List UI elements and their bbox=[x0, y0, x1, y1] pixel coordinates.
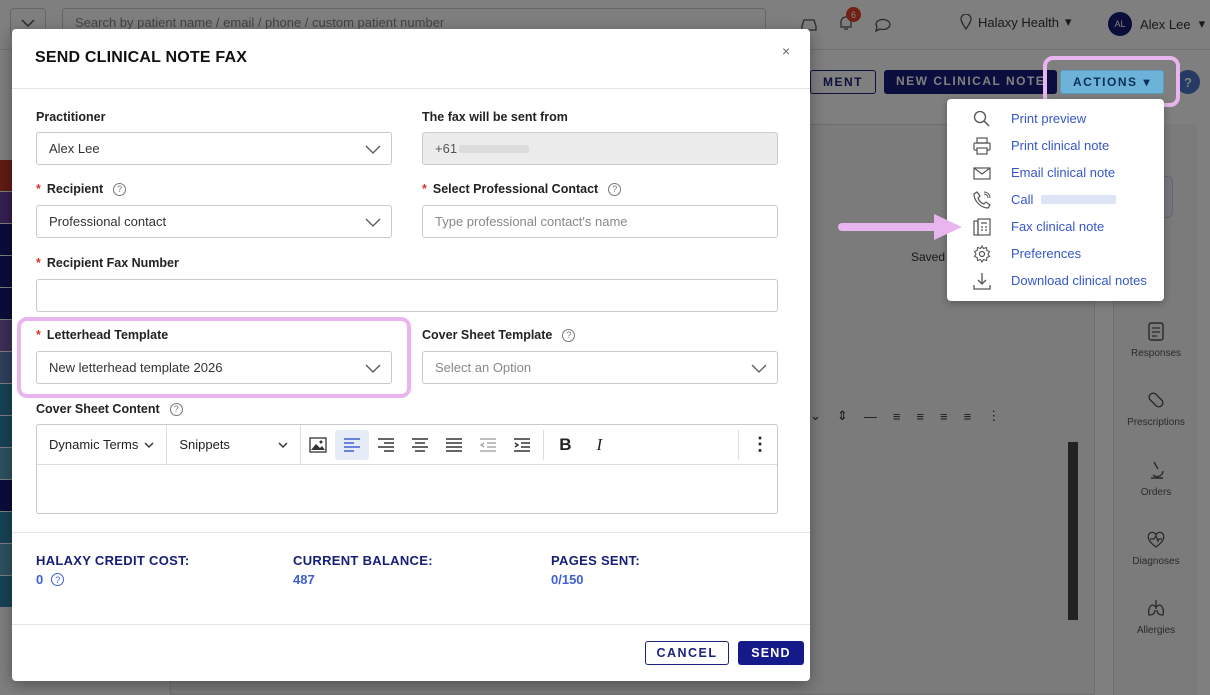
cover-content-label: Cover Sheet Content ? bbox=[36, 402, 183, 416]
toolbar-separator bbox=[738, 429, 739, 460]
italic-button[interactable]: I bbox=[582, 430, 616, 460]
help-icon[interactable]: ? bbox=[608, 182, 622, 196]
align-right-button[interactable] bbox=[369, 430, 403, 460]
pointer-arrow-icon bbox=[838, 214, 962, 240]
menu-item-print-clinical-note[interactable]: Print clinical note bbox=[947, 132, 1164, 159]
envelope-icon bbox=[973, 166, 991, 180]
divider bbox=[12, 532, 810, 533]
recipient-select[interactable]: Professional contact bbox=[36, 205, 392, 238]
fax-from-field: +61 bbox=[422, 132, 778, 165]
align-center-icon bbox=[412, 437, 429, 452]
chevron-down-icon bbox=[365, 218, 381, 227]
gear-icon bbox=[973, 244, 991, 263]
outdent-icon bbox=[480, 437, 497, 452]
menu-item-fax-clinical-note[interactable]: Fax clinical note bbox=[947, 213, 1164, 240]
divider bbox=[12, 624, 810, 625]
chevron-down-icon bbox=[365, 145, 381, 154]
actions-button[interactable]: ACTIONS ▾ bbox=[1060, 70, 1165, 94]
credit-cost: HALAXY CREDIT COST: 0 ? bbox=[36, 553, 190, 587]
menu-item-email-clinical-note[interactable]: Email clinical note bbox=[947, 159, 1164, 186]
practitioner-label: Practitioner bbox=[36, 110, 106, 124]
professional-contact-label: * Select Professional Contact ? bbox=[422, 182, 622, 196]
editor-toolbar: Dynamic Terms Snippets B I ⋮ bbox=[37, 424, 777, 465]
align-right-icon bbox=[378, 437, 395, 452]
bold-button[interactable]: B bbox=[548, 430, 582, 460]
fax-icon bbox=[973, 217, 991, 236]
phone-icon bbox=[973, 190, 991, 209]
redacted-number bbox=[459, 144, 530, 153]
help-icon[interactable]: ? bbox=[562, 328, 576, 342]
align-left-icon bbox=[344, 437, 361, 452]
image-icon bbox=[309, 436, 327, 453]
redacted-phone bbox=[1041, 195, 1117, 204]
fax-from-label: The fax will be sent from bbox=[422, 110, 568, 124]
help-icon[interactable]: ? bbox=[113, 182, 127, 196]
align-center-button[interactable] bbox=[403, 430, 437, 460]
chevron-down-icon bbox=[751, 364, 767, 373]
professional-contact-input[interactable]: Type professional contact's name bbox=[422, 205, 778, 238]
menu-item-call[interactable]: Call bbox=[947, 186, 1164, 213]
current-balance: CURRENT BALANCE: 487 bbox=[293, 553, 433, 587]
send-button[interactable]: SEND bbox=[738, 641, 804, 665]
dynamic-terms-dropdown[interactable]: Dynamic Terms bbox=[37, 424, 168, 465]
chevron-down-icon bbox=[278, 442, 288, 448]
align-justify-button[interactable] bbox=[437, 430, 471, 460]
caret-down-icon: ▾ bbox=[1143, 75, 1152, 89]
outdent-button[interactable] bbox=[471, 430, 505, 460]
recipient-fax-number-input[interactable] bbox=[36, 279, 778, 312]
fax-number-label: * Recipient Fax Number bbox=[36, 256, 179, 270]
actions-dropdown: Print preview Print clinical note Email … bbox=[947, 99, 1164, 301]
insert-image-button[interactable] bbox=[301, 430, 335, 460]
pages-sent: PAGES SENT: 0/150 bbox=[551, 553, 641, 587]
download-icon bbox=[973, 272, 991, 290]
printer-icon bbox=[973, 136, 991, 155]
cover-content-editor: Dynamic Terms Snippets B I ⋮ bbox=[36, 424, 778, 514]
divider bbox=[12, 88, 810, 89]
letterhead-highlight bbox=[17, 317, 411, 398]
search-icon bbox=[973, 110, 990, 127]
chevron-down-icon bbox=[144, 442, 154, 448]
help-icon[interactable]: ? bbox=[169, 402, 183, 416]
modal-title: SEND CLINICAL NOTE FAX bbox=[35, 49, 248, 66]
close-icon[interactable]: × bbox=[782, 43, 790, 59]
align-justify-icon bbox=[446, 437, 463, 452]
cover-sheet-label: Cover Sheet Template ? bbox=[422, 328, 576, 342]
snippets-dropdown[interactable]: Snippets bbox=[167, 424, 302, 465]
menu-item-print-preview[interactable]: Print preview bbox=[947, 105, 1164, 132]
toolbar-separator bbox=[543, 429, 545, 460]
help-icon[interactable]: ? bbox=[51, 573, 65, 586]
menu-item-download-clinical-notes[interactable]: Download clinical notes bbox=[947, 267, 1164, 294]
recipient-label: * Recipient ? bbox=[36, 182, 127, 196]
cover-sheet-template-select[interactable]: Select an Option bbox=[422, 351, 778, 384]
indent-icon bbox=[514, 437, 531, 452]
indent-button[interactable] bbox=[505, 430, 539, 460]
menu-item-preferences[interactable]: Preferences bbox=[947, 240, 1164, 267]
cancel-button[interactable]: CANCEL bbox=[645, 641, 729, 665]
practitioner-select[interactable]: Alex Lee bbox=[36, 132, 392, 165]
more-options-button[interactable]: ⋮ bbox=[743, 430, 777, 460]
align-left-button[interactable] bbox=[335, 429, 370, 460]
